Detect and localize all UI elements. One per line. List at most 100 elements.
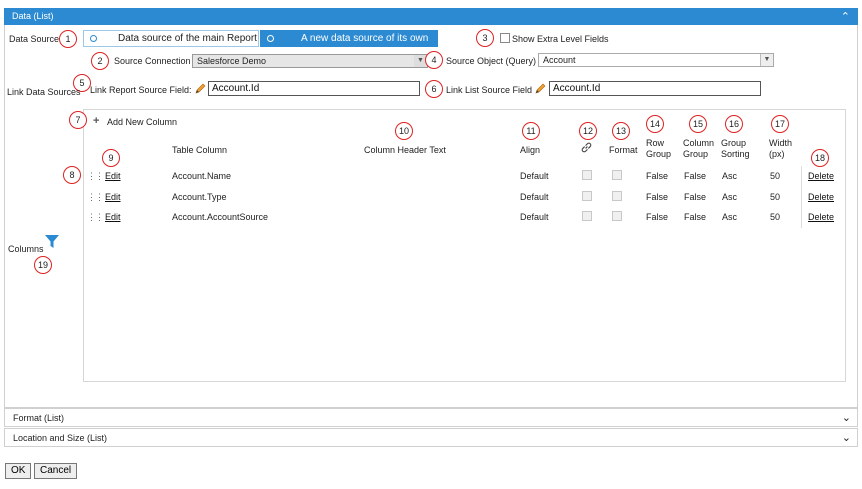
option-main-label: Data source of the main Report	[118, 33, 257, 44]
row-table-column: Account.AccountSource	[172, 212, 269, 222]
edit-row-button[interactable]: Edit	[105, 212, 121, 222]
row-group-sorting: Asc	[722, 212, 738, 222]
columns-label: Columns	[8, 244, 44, 254]
source-connection-select[interactable]: Salesforce Demo ▼	[192, 54, 428, 68]
row-align: Default	[520, 192, 549, 202]
link-list-field-label: Link List Source Field	[446, 85, 533, 95]
delete-row-button[interactable]: Delete	[808, 212, 834, 222]
row-table-column: Account.Type	[172, 192, 227, 202]
dropdown-arrow-icon[interactable]: ▼	[760, 54, 773, 66]
badge-15: 15	[689, 115, 707, 133]
filter-icon[interactable]	[44, 234, 60, 249]
source-object-select[interactable]: Account ▼	[538, 53, 774, 67]
row-align: Default	[520, 212, 549, 222]
option-main-report[interactable]: Data source of the main Report	[83, 30, 259, 47]
option-own-label: A new data source of its own	[301, 33, 429, 44]
header-align: Align	[520, 145, 541, 155]
source-connection-label: Source Connection	[114, 56, 191, 66]
pencil-icon[interactable]	[194, 83, 206, 95]
row-width: 50	[770, 212, 781, 222]
header-column-group-line2: Group	[683, 149, 709, 159]
badge-2: 2	[91, 52, 109, 70]
badge-7: 7	[69, 111, 87, 129]
chevron-down-icon[interactable]: ⌄	[842, 431, 851, 444]
format-list-title: Format (List)	[13, 413, 65, 423]
radio-icon	[90, 35, 97, 42]
link-report-field-label: Link Report Source Field:	[90, 85, 192, 95]
row-row-group: False	[646, 171, 669, 181]
row-width: 50	[770, 171, 781, 181]
header-row-group-line2: Group	[646, 149, 672, 159]
row-group-sorting: Asc	[722, 171, 738, 181]
header-width-line1: Width	[769, 138, 793, 148]
row-link-checkbox[interactable]	[582, 191, 592, 201]
location-size-section[interactable]: Location and Size (List) ⌄	[4, 428, 858, 447]
pencil-icon[interactable]	[534, 83, 546, 95]
link-list-field-input[interactable]: Account.Id	[549, 81, 761, 96]
badge-11: 11	[522, 122, 540, 140]
header-group-sorting-line1: Group	[721, 138, 747, 148]
badge-3: 3	[476, 29, 494, 47]
row-align: Default	[520, 171, 549, 181]
header-width-line2: (px)	[769, 149, 785, 159]
badge-14: 14	[646, 115, 664, 133]
link-report-field-input[interactable]: Account.Id	[208, 81, 420, 96]
show-extra-label: Show Extra Level Fields	[512, 34, 609, 44]
badge-17: 17	[771, 115, 789, 133]
chevron-down-icon[interactable]: ⌄	[842, 411, 851, 424]
header-group-sorting: Group Sorting	[721, 138, 750, 160]
edit-row-button[interactable]: Edit	[105, 192, 121, 202]
row-group-sorting: Asc	[722, 192, 738, 202]
header-row-group: Row Group	[646, 138, 671, 160]
drag-handle-icon[interactable]: ⋮⋮	[87, 192, 104, 203]
row-column-group: False	[684, 171, 707, 181]
grid-divider	[801, 166, 802, 228]
drag-handle-icon[interactable]: ⋮⋮	[87, 171, 104, 182]
row-format-checkbox[interactable]	[612, 191, 622, 201]
cancel-button[interactable]: Cancel	[34, 463, 78, 479]
drag-handle-icon[interactable]: ⋮⋮	[87, 212, 104, 223]
source-object-value: Account	[543, 55, 576, 65]
chevron-up-icon[interactable]: ⌃	[841, 10, 850, 23]
header-group-sorting-line2: Sorting	[721, 149, 750, 159]
row-column-group: False	[684, 212, 707, 222]
add-new-column-button[interactable]: Add New Column	[107, 117, 177, 127]
badge-10: 10	[395, 122, 413, 140]
edit-row-button[interactable]: Edit	[105, 171, 121, 181]
row-column-group: False	[684, 192, 707, 202]
panel-title: Data (List)	[12, 11, 54, 21]
badge-1: 1	[59, 30, 77, 48]
panel-header[interactable]: Data (List) ⌃	[4, 8, 858, 25]
header-row-group-line1: Row	[646, 138, 665, 148]
header-table-column: Table Column	[172, 145, 228, 155]
header-column-group: Column Group	[683, 138, 714, 160]
badge-6: 6	[425, 80, 443, 98]
ok-button[interactable]: OK	[5, 463, 32, 479]
row-format-checkbox[interactable]	[612, 211, 622, 221]
radio-icon	[267, 35, 274, 42]
header-column-header-text: Column Header Text	[364, 145, 446, 155]
row-link-checkbox[interactable]	[582, 170, 592, 180]
row-link-checkbox[interactable]	[582, 211, 592, 221]
link-icon	[581, 142, 592, 153]
row-table-column: Account.Name	[172, 171, 232, 181]
row-row-group: False	[646, 192, 669, 202]
delete-row-button[interactable]: Delete	[808, 192, 834, 202]
source-object-label: Source Object (Query)	[446, 56, 537, 66]
badge-13: 13	[612, 122, 630, 140]
delete-row-button[interactable]: Delete	[808, 171, 834, 181]
row-row-group: False	[646, 212, 669, 222]
row-format-checkbox[interactable]	[612, 170, 622, 180]
header-width: Width (px)	[769, 138, 792, 160]
badge-16: 16	[725, 115, 743, 133]
badge-8: 8	[63, 166, 81, 184]
format-list-section[interactable]: Format (List) ⌄	[4, 408, 858, 427]
badge-19: 19	[34, 256, 52, 274]
header-column-group-line1: Column	[683, 138, 715, 148]
show-extra-checkbox[interactable]	[500, 33, 510, 43]
option-own-source[interactable]: A new data source of its own	[260, 30, 438, 47]
row-width: 50	[770, 192, 781, 202]
badge-9: 9	[102, 149, 120, 167]
badge-4: 4	[425, 51, 443, 69]
plus-icon[interactable]: +	[93, 115, 99, 127]
